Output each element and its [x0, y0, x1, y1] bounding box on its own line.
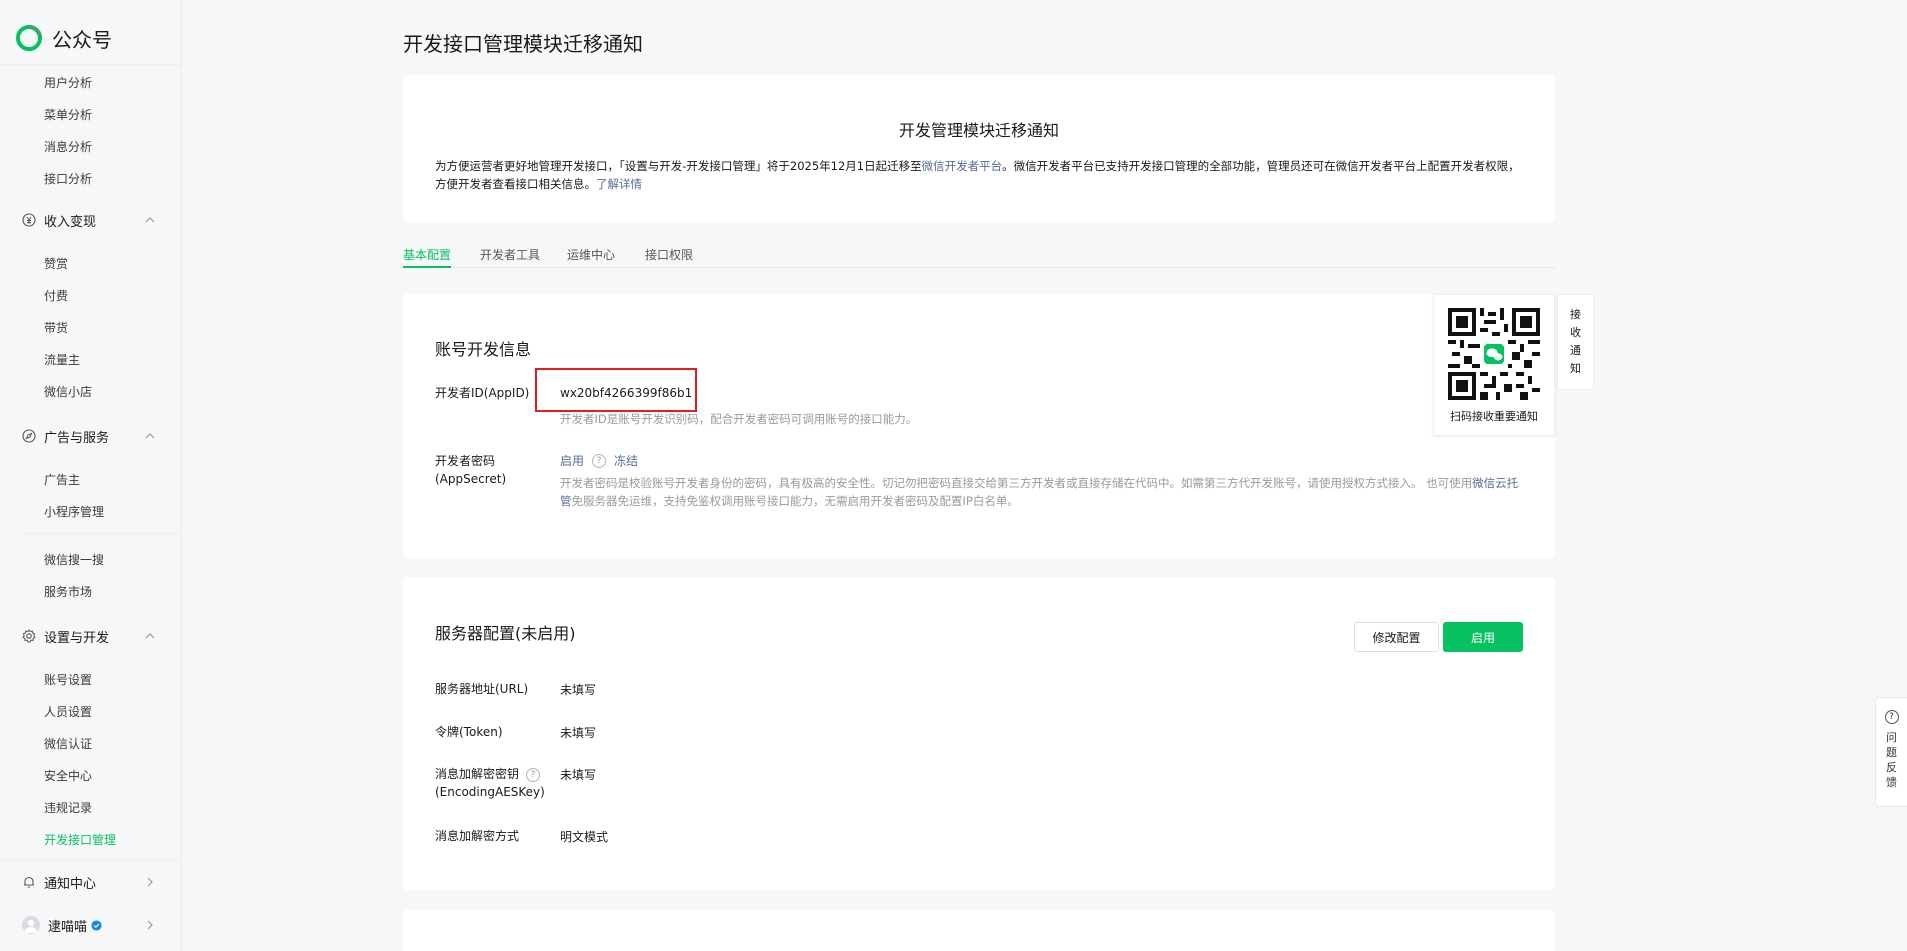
modify-config-button[interactable]: 修改配置	[1354, 622, 1439, 652]
appsecret-actions: 启用 ? 冻结	[560, 452, 638, 469]
sidebar-item-menu-analytics[interactable]: 菜单分析	[44, 106, 92, 123]
logo-text: 公众号	[52, 27, 112, 52]
gear-icon	[22, 629, 36, 643]
qr-code-icon	[1448, 308, 1540, 400]
sidebar-item-wechat-store[interactable]: 微信小店	[44, 383, 92, 400]
sidebar-group-label: 收入变现	[44, 214, 97, 230]
help-icon[interactable]: ?	[525, 767, 540, 782]
sidebar-group-label: 通知中心	[44, 876, 97, 892]
divider	[0, 859, 182, 860]
aes-key-label-text: 消息加解密密钥	[435, 767, 520, 781]
sidebar-item-wechat-verify[interactable]: 微信认证	[44, 735, 92, 752]
token-value: 未填写	[560, 726, 597, 740]
divider	[22, 533, 182, 534]
avatar	[22, 916, 40, 934]
chevron-up-icon	[145, 217, 155, 223]
sidebar-group-notifications[interactable]: 通知中心	[22, 872, 157, 892]
sidebar-item-dev-api-management[interactable]: 开发接口管理	[44, 831, 116, 848]
feedback-button[interactable]: ? 问题反馈	[1875, 697, 1907, 807]
bell-icon	[24, 876, 34, 888]
yuan-icon	[22, 213, 36, 227]
feedback-label: 问题反馈	[1886, 731, 1897, 789]
appid-label: 开发者ID(AppID)	[435, 386, 530, 400]
appsecret-desc-text: 开发者密码是校验账号开发者身份的密码，具有极高的安全性。切记勿把密码直接交给第三…	[560, 476, 1473, 490]
next-section-card	[403, 910, 1555, 951]
appid-value[interactable]: wx20bf4266399f86b1	[560, 386, 692, 400]
section-title: 账号开发信息	[435, 340, 532, 359]
sidebar-group-settings[interactable]: 设置与开发	[22, 626, 157, 646]
tab-developer-tools[interactable]: 开发者工具	[480, 246, 540, 268]
sidebar: 公众号 用户分析 菜单分析 消息分析 接口分析 收入变现 赞赏 付费 带货 流量…	[0, 0, 182, 951]
aes-key-value: 未填写	[560, 768, 597, 782]
encryption-mode-label: 消息加解密方式	[435, 829, 520, 843]
tab-api-permissions[interactable]: 接口权限	[645, 246, 693, 268]
aes-key-label-text-2: (EncodingAESKey)	[435, 785, 545, 799]
sidebar-item-paid[interactable]: 付费	[44, 287, 68, 304]
tab-basic-config[interactable]: 基本配置	[403, 246, 452, 268]
wechat-mp-logo-icon	[16, 25, 42, 51]
appsecret-description: 开发者密码是校验账号开发者身份的密码，具有极高的安全性。切记勿把密码直接交给第三…	[560, 474, 1523, 510]
chevron-up-icon	[145, 633, 155, 639]
aes-key-label: 消息加解密密钥 ? (EncodingAESKey)	[435, 765, 545, 801]
qr-subscribe-panel: 扫码接收重要通知	[1433, 294, 1555, 436]
verified-badge-icon	[91, 919, 102, 931]
qr-caption: 扫码接收重要通知	[1450, 410, 1538, 423]
server-config-card: 服务器配置(未启用) 修改配置 启用 服务器地址(URL) 未填写 令牌(Tok…	[403, 577, 1555, 890]
notice-title: 开发管理模块迁移通知	[898, 121, 1059, 140]
sidebar-item-security-center[interactable]: 安全中心	[44, 767, 92, 784]
sidebar-item-message-analytics[interactable]: 消息分析	[44, 138, 92, 155]
sidebar-group-monetize[interactable]: 收入变现	[22, 210, 157, 230]
sidebar-item-appreciation[interactable]: 赞赏	[44, 255, 68, 272]
tab-bar: 基本配置 开发者工具 运维中心 接口权限	[403, 246, 1555, 268]
server-url-label: 服务器地址(URL)	[435, 682, 529, 696]
appsecret-label: 开发者密码(AppSecret)	[435, 454, 507, 486]
receive-notification-tab[interactable]: 接收通知	[1557, 294, 1594, 390]
chevron-right-icon	[147, 920, 153, 930]
compass-icon	[22, 429, 36, 443]
logo[interactable]: 公众号	[16, 24, 112, 52]
divider	[0, 64, 182, 65]
chevron-up-icon	[145, 433, 155, 439]
sidebar-group-ads[interactable]: 广告与服务	[22, 426, 157, 446]
sidebar-item-service-market[interactable]: 服务市场	[44, 583, 92, 600]
sidebar-item-violation-records[interactable]: 违规记录	[44, 799, 92, 816]
wechat-developer-platform-link[interactable]: 微信开发者平台	[922, 159, 1003, 173]
sidebar-item-staff-settings[interactable]: 人员设置	[44, 703, 92, 720]
sidebar-item-account-settings[interactable]: 账号设置	[44, 671, 92, 688]
appid-description: 开发者ID是账号开发识别码，配合开发者密码可调用账号的接口能力。	[560, 412, 918, 426]
notice-text: 为方便运营者更好地管理开发接口，「设置与开发-开发接口管理」将于2025年12月…	[435, 159, 922, 173]
migration-notice-card: 开发管理模块迁移通知 为方便运营者更好地管理开发接口，「设置与开发-开发接口管理…	[403, 75, 1555, 222]
tab-ops-center[interactable]: 运维中心	[567, 246, 615, 268]
sidebar-item-user-analytics[interactable]: 用户分析	[44, 74, 92, 91]
appsecret-freeze-link[interactable]: 冻结	[614, 452, 638, 469]
appsecret-desc-text: 免服务器免运维，支持免鉴权调用账号接口能力，无需启用开发者密码及配置IP白名单。	[571, 494, 1019, 508]
enable-server-button[interactable]: 启用	[1443, 622, 1523, 652]
account-dev-info-card: 账号开发信息 开发者ID(AppID) wx20bf4266399f86b1 开…	[403, 294, 1555, 558]
page-title: 开发接口管理模块迁移通知	[403, 32, 643, 56]
sidebar-item-traffic-host[interactable]: 流量主	[44, 351, 80, 368]
learn-more-link[interactable]: 了解详情	[596, 177, 642, 191]
sidebar-item-api-analytics[interactable]: 接口分析	[44, 170, 92, 187]
account-name: 逮喵喵	[48, 919, 88, 935]
help-icon[interactable]: ?	[592, 453, 607, 468]
section-title: 服务器配置(未启用)	[435, 624, 576, 643]
sidebar-item-advertiser[interactable]: 广告主	[44, 471, 80, 488]
sidebar-group-label: 设置与开发	[44, 630, 110, 646]
question-icon: ?	[1884, 710, 1899, 724]
token-label: 令牌(Token)	[435, 725, 503, 739]
server-url-value: 未填写	[560, 683, 597, 697]
sidebar-group-label: 广告与服务	[44, 430, 110, 446]
sidebar-item-miniprogram[interactable]: 小程序管理	[44, 503, 104, 520]
chevron-right-icon	[147, 877, 153, 887]
sidebar-item-selling[interactable]: 带货	[44, 319, 68, 336]
sidebar-account[interactable]: 逮喵喵	[22, 915, 157, 935]
encryption-mode-value: 明文模式	[560, 830, 609, 844]
sidebar-item-wechat-search[interactable]: 微信搜一搜	[44, 551, 104, 568]
notice-body: 为方便运营者更好地管理开发接口，「设置与开发-开发接口管理」将于2025年12月…	[435, 157, 1523, 193]
appsecret-enable-link[interactable]: 启用	[560, 452, 584, 469]
